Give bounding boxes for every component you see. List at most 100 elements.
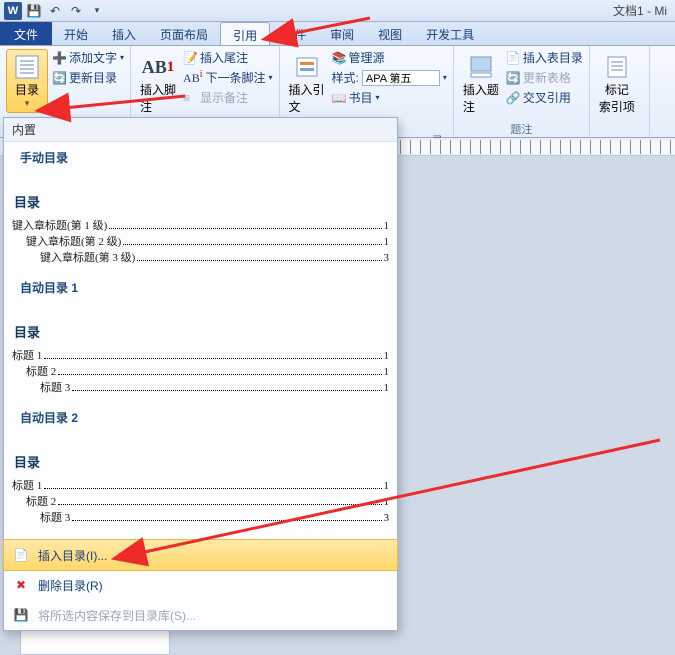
insert-endnote-label: 插入尾注 [200,49,248,66]
index-item-label: 索引项 [599,98,635,115]
manual-l1: 键入章标题(第 1 级) [12,217,107,233]
tab-view[interactable]: 视图 [366,22,414,45]
manual-toc-label[interactable]: 手动目录 [12,147,389,168]
quick-access-toolbar: W 💾 ↶ ↷ ▾ [0,2,110,20]
toc-heading: 目录 [12,186,389,217]
tab-home[interactable]: 开始 [52,22,100,45]
toc-dropdown: 内置 手动目录 目录 键入章标题(第 1 级)1 键入章标题(第 2 级)1 键… [3,117,398,631]
insert-citation-label: 插入引文 [289,81,325,115]
show-notes-button: ≡ 显示备注 [183,89,272,106]
citation-icon [293,53,321,81]
page-num: 1 [384,366,390,378]
style-label: 样式: [332,69,359,86]
manual-l3: 键入章标题(第 3 级) [40,249,135,265]
show-notes-label: 显示备注 [200,89,248,106]
save-toc-gallery-menu: 💾 将所选内容保存到目录库(S)... [4,600,397,630]
insert-table-figures-button[interactable]: 📄 插入表目录 [506,49,583,66]
next-footnote-button[interactable]: ABi 下一条脚注 ▾ [183,69,272,86]
refresh-icon: 🔄 [52,71,66,85]
add-text-button[interactable]: ➕ 添加文字 ▾ [52,49,124,66]
h2: 标题 2 [26,493,56,509]
remove-toc-label: 删除目录(R) [38,577,103,594]
qat-dropdown-icon[interactable]: ▾ [88,2,106,20]
caption-icon [467,53,495,81]
refresh-icon: 🔄 [506,71,520,85]
tab-file[interactable]: 文件 [0,22,52,45]
title-bar: W 💾 ↶ ↷ ▾ 文档1 - Mi [0,0,675,22]
auto1-preview[interactable]: 标题 1 1 标题 2 1 标题 3 1 [12,347,389,401]
tab-layout[interactable]: 页面布局 [148,22,220,45]
biblio-icon: 📖 [332,91,346,105]
crossref-icon: 🔗 [506,91,520,105]
manage-sources-button[interactable]: 📚 管理源 [332,49,447,66]
remove-icon: ✖ [12,576,30,594]
insert-toc-menu[interactable]: 📄 插入目录(I)... [3,539,398,571]
document-icon: 📄 [12,546,30,564]
toc-gallery: 手动目录 目录 键入章标题(第 1 级)1 键入章标题(第 2 级)1 键入章标… [4,142,397,539]
auto-toc1-label[interactable]: 自动目录 1 [12,271,389,298]
ab-small-icon: ABi [183,69,202,86]
toc-button[interactable]: 目录 ▾ [6,49,48,113]
update-table-button: 🔄 更新表格 [506,69,583,86]
insert-footnote-label: 插入脚注 [140,81,176,115]
tab-review[interactable]: 审阅 [318,22,366,45]
insert-table-figures-label: 插入表目录 [523,49,583,66]
add-text-icon: ➕ [52,51,66,65]
chevron-down-icon: ▾ [25,98,30,109]
insert-caption-label: 插入题注 [463,81,499,115]
h2: 标题 2 [26,363,56,379]
insert-footnote-button[interactable]: AB1 插入脚注 [137,49,179,119]
table-icon: 📄 [506,51,520,65]
tab-references[interactable]: 引用 [220,22,270,45]
cross-reference-button[interactable]: 🔗 交叉引用 [506,89,583,106]
page-num: 1 [384,350,390,362]
insert-toc-label: 插入目录(I)... [38,547,107,564]
sources-icon: 📚 [332,51,346,65]
auto-toc2-label[interactable]: 自动目录 2 [12,401,389,428]
h1: 标题 1 [12,347,42,363]
add-text-label: 添加文字 [69,49,117,66]
update-toc-button[interactable]: 🔄 更新目录 [52,69,124,86]
bibliography-button[interactable]: 📖 书目 ▾ [332,89,447,106]
group-captions-label: 题注 [460,119,583,137]
page-num: 3 [384,252,390,264]
h3: 标题 3 [40,379,70,395]
insert-endnote-button[interactable]: 📝 插入尾注 [183,49,272,66]
page-num: 1 [384,236,390,248]
chevron-down-icon: ▾ [269,73,273,82]
h1: 标题 1 [12,477,42,493]
auto2-preview[interactable]: 标题 11 标题 21 标题 33 [12,477,389,531]
manage-sources-label: 管理源 [349,49,385,66]
toc-heading: 目录 [12,446,389,477]
remove-toc-menu[interactable]: ✖ 删除目录(R) [4,570,397,600]
style-select[interactable] [362,70,440,86]
insert-caption-button[interactable]: 插入题注 [460,49,502,119]
toc-icon [13,53,41,81]
bibliography-label: 书目 [349,89,373,106]
save-icon[interactable]: 💾 [25,2,43,20]
window-title: 文档1 - Mi [613,2,667,19]
toc-button-label: 目录 [15,81,39,98]
toc-heading: 目录 [12,316,389,347]
page-num: 1 [384,382,390,394]
tab-insert[interactable]: 插入 [100,22,148,45]
chevron-down-icon: ▾ [120,53,124,62]
redo-icon[interactable]: ↷ [67,2,85,20]
word-icon: W [4,2,22,20]
mark-index-button[interactable]: 标记 索引项 [596,49,638,119]
page-num: 3 [384,512,390,524]
builtin-header: 内置 [4,118,397,142]
undo-icon[interactable]: ↶ [46,2,64,20]
style-selector[interactable]: 样式: ▾ [332,69,447,86]
page-num: 1 [384,220,390,232]
manual-preview[interactable]: 键入章标题(第 1 级)1 键入章标题(第 2 级)1 键入章标题(第 3 级)… [12,217,389,271]
cross-reference-label: 交叉引用 [523,89,571,106]
h3: 标题 3 [40,509,70,525]
index-icon [603,53,631,81]
update-toc-label: 更新目录 [69,69,117,86]
chevron-down-icon: ▾ [376,93,380,102]
tab-mailings[interactable]: 邮件 [270,22,318,45]
notes-icon: ≡ [183,91,197,105]
group-index: 标记 索引项 [590,46,650,137]
tab-dev[interactable]: 开发工具 [414,22,486,45]
